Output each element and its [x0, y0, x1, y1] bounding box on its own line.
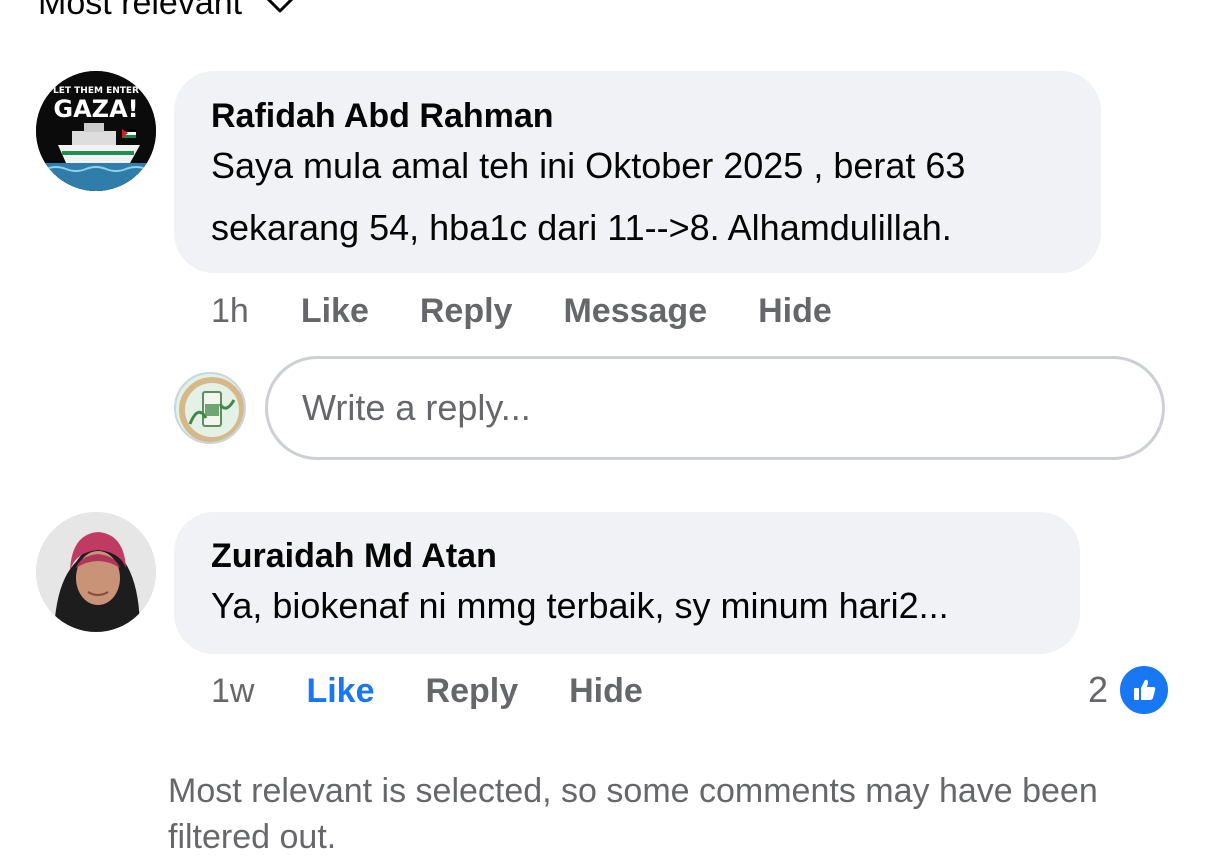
comment-author[interactable]: Zuraidah Md Atan: [211, 537, 497, 576]
comment-text-line: sekarang 54, hba1c dari 11-->8. Alhamdul…: [211, 207, 952, 248]
reaction-summary[interactable]: 2: [1088, 664, 1170, 716]
like-button[interactable]: Like: [306, 672, 374, 711]
reaction-count: 2: [1087, 669, 1108, 710]
sort-dropdown[interactable]: Most relevant: [38, 0, 296, 23]
hide-button[interactable]: Hide: [569, 672, 643, 711]
sort-label: Most relevant: [38, 0, 243, 22]
comment-timestamp[interactable]: 1w: [211, 672, 254, 711]
thumbs-up-icon: [1118, 664, 1170, 716]
reply-button[interactable]: Reply: [426, 672, 519, 711]
svg-text:GAZA!: GAZA!: [53, 95, 138, 123]
comment-author[interactable]: Rafidah Abd Rahman: [211, 97, 554, 136]
reply-placeholder: Write a reply...: [302, 387, 531, 428]
filter-notice: Most relevant is selected, so some comme…: [168, 772, 1098, 856]
avatar[interactable]: LET THEM ENTER GAZA!: [36, 71, 156, 191]
hide-button[interactable]: Hide: [758, 292, 832, 331]
product-image: [176, 374, 244, 442]
comment-text-line: Ya, biokenaf ni mmg terbaik, sy minum ha…: [211, 585, 949, 626]
current-user-avatar: [174, 372, 246, 444]
gaza-poster-image: LET THEM ENTER GAZA!: [36, 71, 156, 191]
reply-input[interactable]: Write a reply...: [265, 356, 1165, 460]
message-button[interactable]: Message: [563, 292, 707, 331]
profile-photo: [36, 512, 156, 632]
comment-actions: 1h Like Reply Message Hide: [211, 292, 883, 331]
chevron-down-icon: [267, 0, 293, 12]
comment-text-line: Saya mula amal teh ini Oktober 2025 , be…: [211, 145, 966, 186]
reply-button[interactable]: Reply: [420, 292, 513, 331]
like-button[interactable]: Like: [301, 292, 369, 331]
comment-actions: 1w Like Reply Hide: [211, 672, 694, 711]
avatar[interactable]: [36, 512, 156, 632]
comment-timestamp[interactable]: 1h: [211, 292, 249, 331]
